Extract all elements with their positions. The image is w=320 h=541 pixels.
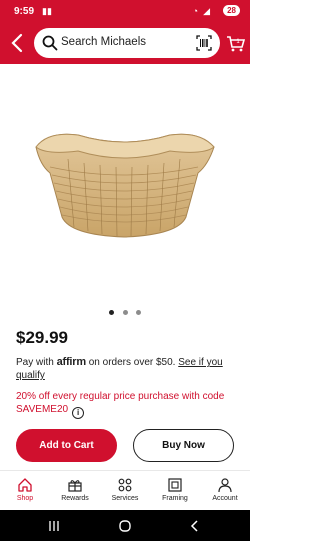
- product-image[interactable]: [28, 125, 220, 245]
- search-input[interactable]: Search Michaels: [61, 36, 146, 48]
- add-to-cart-button[interactable]: Add to Cart: [16, 429, 117, 462]
- notification-icon: ▮▮: [42, 6, 52, 16]
- bottom-navigation: Shop Rewards Services Framing Account: [0, 470, 250, 510]
- recent-apps-icon[interactable]: [47, 519, 61, 533]
- product-price: $29.99: [16, 328, 68, 347]
- search-icon: [42, 35, 58, 51]
- frame-icon: [168, 478, 182, 492]
- nav-label: Account: [212, 495, 238, 502]
- nav-item-framing[interactable]: Framing: [150, 477, 200, 502]
- image-carousel-indicator[interactable]: [0, 302, 250, 320]
- info-icon[interactable]: i: [72, 407, 85, 419]
- home-icon: [18, 478, 32, 492]
- status-time: 9:59: [14, 6, 35, 17]
- nav-label: Shop: [16, 495, 34, 502]
- affirm-financing: Pay with affirm on orders over $50. See …: [16, 356, 236, 382]
- promo-text: 20% off every regular price purchase wit…: [16, 391, 225, 415]
- affirm-suffix: on orders over $50.: [88, 357, 176, 368]
- nav-item-shop[interactable]: Shop: [0, 477, 50, 502]
- battery-indicator: 28: [223, 5, 240, 16]
- barcode-scan-icon[interactable]: [196, 35, 212, 51]
- promo-message: 20% off every regular price purchase wit…: [16, 390, 236, 419]
- carousel-dot[interactable]: [135, 310, 141, 315]
- nav-item-account[interactable]: Account: [200, 477, 250, 502]
- nav-label: Services: [111, 495, 139, 502]
- back-arrow-icon[interactable]: [8, 32, 28, 54]
- carousel-dot[interactable]: [109, 310, 115, 315]
- search-bar[interactable]: Search Michaels: [34, 28, 220, 58]
- grid-icon: [118, 478, 132, 492]
- gift-icon: [68, 480, 82, 492]
- carousel-dot[interactable]: [122, 310, 128, 315]
- home-button-icon[interactable]: [118, 519, 132, 533]
- wifi-icon: ◔: [192, 6, 198, 16]
- buy-now-button[interactable]: Buy Now: [133, 429, 234, 462]
- system-navigation-bar: [0, 510, 250, 541]
- system-back-icon[interactable]: [188, 519, 202, 533]
- status-bar: 9:59 ▮▮ ◔ ◢ 28: [0, 0, 250, 24]
- nav-item-services[interactable]: Services: [100, 477, 150, 502]
- top-app-bar: Search Michaels 1: [0, 24, 250, 64]
- nav-item-rewards[interactable]: Rewards: [50, 477, 100, 502]
- person-icon: [218, 478, 232, 493]
- nav-label: Framing: [162, 495, 188, 502]
- affirm-logo: affirm: [56, 356, 87, 368]
- cart-icon[interactable]: 1: [226, 32, 246, 54]
- affirm-prefix: Pay with: [16, 357, 54, 368]
- nav-label: Rewards: [61, 495, 89, 502]
- signal-icon: ◢: [203, 6, 210, 16]
